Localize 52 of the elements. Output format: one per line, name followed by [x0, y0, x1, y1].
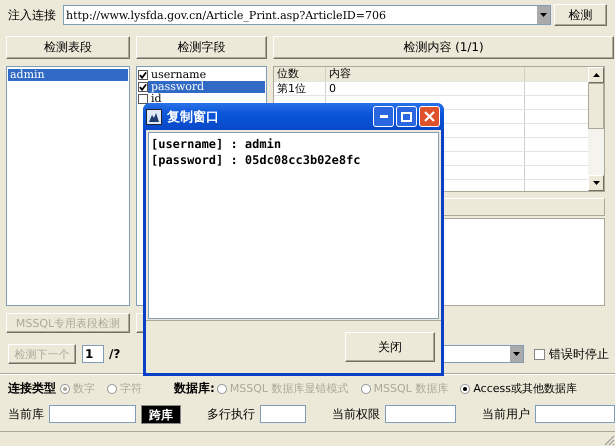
- checkbox[interactable]: [138, 82, 148, 92]
- text-line: [username] : admin: [151, 136, 282, 152]
- down-arrow-icon: [592, 181, 600, 185]
- caret-icon: [513, 352, 520, 356]
- multi-exec-field[interactable]: [260, 405, 306, 423]
- maximize-icon: [401, 112, 412, 122]
- minimize-button[interactable]: [373, 106, 394, 127]
- stop-on-error-checkbox[interactable]: 错误时停止: [534, 346, 609, 362]
- maximize-button[interactable]: [396, 106, 417, 127]
- table-cell: 第1位: [274, 82, 326, 95]
- app-icon: [146, 108, 162, 124]
- radio-button[interactable]: Access或其他数据库: [460, 381, 577, 396]
- current-user-field[interactable]: [535, 405, 615, 423]
- column-header[interactable]: 位数: [274, 67, 326, 81]
- up-arrow-icon: [592, 73, 600, 77]
- cross-db-button[interactable]: 跨库: [141, 404, 181, 424]
- resize-grip-icon[interactable]: [603, 434, 615, 446]
- table-cell: 0: [326, 82, 525, 95]
- close-button[interactable]: [419, 106, 440, 127]
- total-label: /?: [109, 347, 120, 361]
- panel-header-button[interactable]: 检测字段: [136, 36, 267, 59]
- database-label: 数据库:: [174, 380, 215, 397]
- panel-header-button[interactable]: 检测表段: [6, 36, 130, 59]
- close-dialog-button[interactable]: 关闭: [345, 332, 435, 362]
- connection-type-label: 连接类型: [8, 380, 56, 397]
- dropdown-button[interactable]: [537, 6, 550, 24]
- dialog-title: 复制窗口: [167, 108, 219, 126]
- list-item[interactable]: admin: [8, 69, 128, 81]
- list-item[interactable]: id: [148, 93, 265, 105]
- close-icon: [424, 111, 435, 122]
- copy-text-area[interactable]: [username] : admin [password] : 05dc08cc3b02e8fc: [148, 132, 439, 319]
- privilege-field[interactable]: [385, 405, 456, 423]
- text-line: [password] : 05dc08cc3b02e8fc: [151, 152, 362, 168]
- checkbox[interactable]: [138, 70, 148, 80]
- multi-exec-label: 多行执行: [207, 406, 255, 422]
- table-list[interactable]: admin: [6, 66, 130, 306]
- panel-header-button[interactable]: 检测内容 (1/1): [273, 36, 614, 59]
- current-db-field[interactable]: [49, 405, 136, 423]
- caret-icon: [540, 13, 547, 17]
- checkbox[interactable]: [138, 94, 148, 104]
- url-label: 注入连接: [8, 6, 56, 24]
- detect-button[interactable]: 检测: [554, 4, 607, 26]
- current-user-label: 当前用户: [482, 406, 530, 422]
- privilege-label: 当前权限: [332, 406, 380, 422]
- minimize-icon: [380, 115, 388, 118]
- url-field[interactable]: http://www.lysfda.gov.cn/Article_Print.asp?ArticleID=706: [63, 5, 551, 25]
- scrollbar[interactable]: [588, 67, 604, 191]
- list-item[interactable]: password: [148, 81, 265, 93]
- current-db-label: 当前库: [8, 406, 44, 422]
- column-header[interactable]: 内容: [326, 67, 525, 81]
- index-field[interactable]: 1: [82, 345, 104, 363]
- list-item[interactable]: username: [148, 69, 265, 81]
